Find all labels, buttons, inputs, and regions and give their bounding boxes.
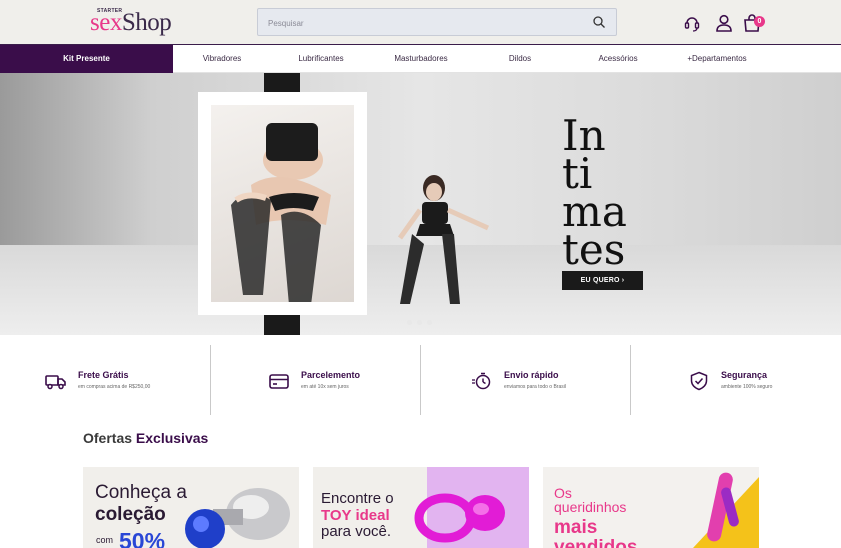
banner-seated-model	[397, 175, 490, 304]
banner-photo-frame	[198, 92, 367, 315]
main-navigation: Kit Presente Vibradores Lubrificantes Ma…	[0, 44, 841, 73]
truck-icon	[45, 375, 66, 390]
shield-check-icon	[690, 371, 708, 391]
banner-model-photo	[211, 105, 354, 302]
carousel-dot[interactable]	[427, 320, 432, 325]
card-line: para você.	[321, 523, 392, 540]
feature-subtitle: em compras acima de R$250,00	[78, 384, 151, 390]
card-line: vendidos	[554, 537, 638, 548]
model-illustration	[231, 123, 331, 302]
card-line: mais	[554, 517, 598, 538]
feature-parcelemento: Parcelemento em até 10x sem juros	[211, 345, 420, 415]
search-bar	[257, 8, 617, 36]
offer-card-mais-vendidos[interactable]: Os queridinhos mais vendidos	[543, 467, 759, 548]
logo-wordmark: sexShop	[90, 9, 172, 36]
feature-title: Frete Grátis	[78, 370, 129, 380]
banner-headline: In ti ma tes	[562, 111, 627, 274]
features-strip: Frete Grátis em compras acima de R$250,0…	[0, 345, 841, 415]
site-header: STARTER sexShop 0	[0, 0, 841, 44]
offer-card-toy-ideal[interactable]: Encontre o TOY ideal para você.	[313, 467, 529, 548]
nav-item-kit-presente[interactable]: Kit Presente	[0, 45, 173, 73]
feature-envio-rapido: Envio rápido enviamos para todo o Brasil	[421, 345, 630, 415]
card-line: queridinhos	[554, 499, 627, 515]
card-discount: 50%	[119, 528, 166, 548]
card-line: Conheça a	[95, 482, 187, 503]
nav-item-vibradores[interactable]: Vibradores	[173, 45, 271, 73]
feature-seguranca: Segurança ambiente 100% seguro	[631, 345, 841, 415]
product-toy-image	[414, 493, 505, 543]
carousel-dot[interactable]	[407, 320, 412, 325]
ofertas-exclusivas-heading: Ofertas Exclusivas	[83, 430, 209, 446]
feature-subtitle: ambiente 100% seguro	[721, 384, 773, 390]
stopwatch-icon	[472, 372, 491, 390]
cart-count-badge: 0	[754, 16, 765, 27]
feature-frete-gratis: Frete Grátis em compras acima de R$250,0…	[0, 345, 210, 415]
card-line: Encontre o	[321, 490, 394, 507]
offer-card-colecao[interactable]: Conheça a coleção com 50%	[83, 467, 299, 548]
search-icon[interactable]	[592, 15, 606, 29]
feature-title: Envio rápido	[504, 370, 559, 380]
card-line: com	[96, 535, 114, 545]
credit-card-icon	[269, 374, 289, 389]
support-headset-icon[interactable]	[682, 13, 702, 33]
nav-item-lubrificantes[interactable]: Lubrificantes	[271, 45, 371, 73]
store-logo[interactable]: STARTER sexShop	[90, 6, 182, 38]
nav-item-departamentos[interactable]: +Departamentos	[667, 45, 767, 73]
user-account-icon[interactable]	[714, 13, 734, 33]
feature-subtitle: enviamos para todo o Brasil	[504, 384, 566, 390]
feature-title: Parcelemento	[301, 370, 361, 380]
product-vibrator-image	[693, 472, 759, 548]
carousel-dot[interactable]	[417, 320, 422, 325]
feature-subtitle: em até 10x sem juros	[301, 384, 349, 390]
product-plug-image	[185, 488, 290, 548]
card-line: coleção	[95, 504, 166, 525]
nav-item-dildos[interactable]: Dildos	[471, 45, 569, 73]
carousel-dots	[407, 320, 432, 325]
feature-title: Segurança	[721, 370, 768, 380]
search-input[interactable]	[268, 15, 568, 31]
eu-quero-button[interactable]: EU QUERO ›	[562, 271, 643, 290]
chevron-right-icon: ›	[621, 277, 625, 284]
nav-item-acessorios[interactable]: Acessórios	[569, 45, 667, 73]
nav-item-masturbadores[interactable]: Masturbadores	[371, 45, 471, 73]
card-line: TOY ideal	[321, 507, 390, 524]
hero-banner[interactable]: In ti ma tes EU QUERO ›	[0, 73, 841, 335]
